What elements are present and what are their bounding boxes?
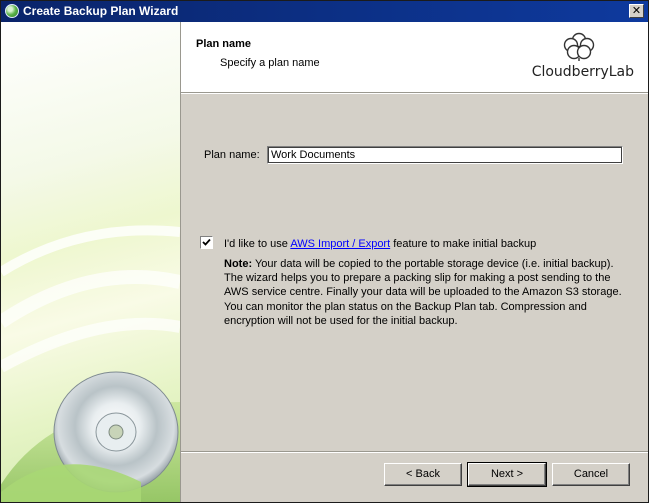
window-title: Create Backup Plan Wizard (23, 4, 179, 18)
note-line-5: encryption will not be used for the init… (224, 314, 458, 327)
logo-text: CloudberryLab (531, 64, 634, 80)
wizard-header: Plan name Specify a plan name Cloudberry… (181, 22, 648, 92)
aws-import-label: I'd like to use AWS Import / Export feat… (224, 238, 536, 250)
note-line-1: Note: Your data will be copied to the po… (224, 257, 624, 271)
close-button[interactable]: ✕ (629, 4, 644, 18)
note-line-2: The wizard helps you to prepare a packin… (224, 272, 611, 285)
initial-backup-note: Note: Your data will be copied to the po… (224, 257, 624, 328)
plan-name-input[interactable]: Work Documents (267, 146, 623, 164)
page-title: Plan name (196, 38, 252, 50)
note-line-3: AWS service centre. Finally your data wi… (224, 286, 622, 299)
sidebar-divider (180, 22, 181, 502)
disc-graphic (1, 225, 180, 502)
note-line-4: You can monitor the plan status on the B… (224, 300, 587, 313)
checkmark-icon (202, 238, 211, 246)
cloudberry-app-icon (5, 4, 19, 18)
aws-import-text-before: I'd like to use (224, 238, 291, 250)
footer-divider (181, 451, 648, 453)
header-divider (181, 92, 648, 94)
back-button[interactable]: < Back (384, 463, 462, 486)
plan-name-label: Plan name: (204, 149, 260, 161)
close-icon: ✕ (631, 4, 642, 17)
cloudberry-logo: CloudberryLab (524, 32, 634, 90)
wizard-sidebar-graphic (1, 22, 180, 502)
page-subtitle: Specify a plan name (220, 57, 320, 69)
note-heading: Note: (224, 258, 253, 270)
aws-import-text-after: feature to make initial backup (390, 238, 537, 250)
cloud-logo-icon (563, 32, 595, 61)
wizard-window: Create Backup Plan Wizard ✕ Plan name Sp… (0, 0, 649, 503)
note-line-1-text: Your data will be copied to the portable… (252, 258, 614, 270)
aws-import-export-link[interactable]: AWS Import / Export (290, 238, 390, 250)
next-button[interactable]: Next > (467, 462, 547, 487)
title-bar[interactable]: Create Backup Plan Wizard ✕ (1, 1, 648, 22)
cancel-button[interactable]: Cancel (552, 463, 630, 486)
aws-import-checkbox[interactable] (200, 236, 213, 249)
